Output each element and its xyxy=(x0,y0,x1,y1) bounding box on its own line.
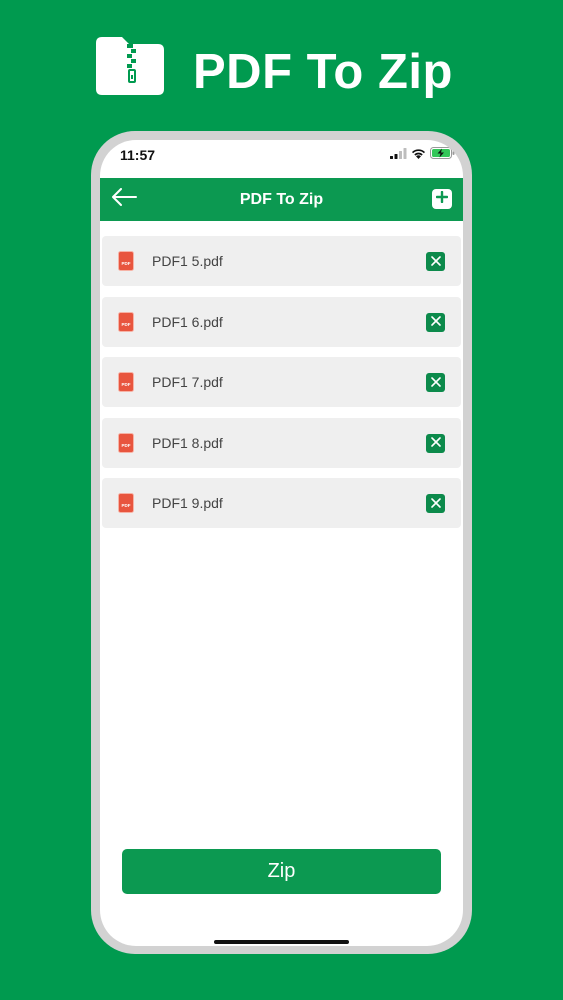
file-name: PDF1 5.pdf xyxy=(152,253,223,269)
home-indicator xyxy=(214,940,349,944)
close-icon xyxy=(430,434,441,452)
close-icon xyxy=(430,253,441,271)
svg-text:PDF: PDF xyxy=(122,443,131,448)
file-list: PDF PDF1 5.pdf PDF PDF1 6.pdf PDF PDF1 7… xyxy=(102,236,461,539)
remove-file-button[interactable] xyxy=(426,252,445,271)
list-item[interactable]: PDF PDF1 8.pdf xyxy=(102,417,461,468)
pdf-file-icon: PDF xyxy=(118,432,134,453)
battery-charging-icon xyxy=(430,146,455,164)
close-icon xyxy=(430,313,441,331)
promo-title: PDF To Zip xyxy=(193,45,453,99)
remove-file-button[interactable] xyxy=(426,312,445,332)
pdf-file-icon: PDF xyxy=(118,311,134,332)
close-icon xyxy=(430,495,441,513)
pdf-file-icon: PDF xyxy=(118,493,134,513)
remove-file-button[interactable] xyxy=(426,494,445,513)
remove-file-button[interactable] xyxy=(426,373,445,392)
status-icons xyxy=(390,146,455,164)
appbar-title: PDF To Zip xyxy=(239,191,324,208)
svg-text:PDF: PDF xyxy=(122,261,131,266)
zip-folder-icon xyxy=(96,37,164,95)
promo-header: PDF To Zip xyxy=(0,0,563,130)
svg-text:PDF: PDF xyxy=(122,503,131,508)
file-name: PDF1 7.pdf xyxy=(152,374,223,390)
add-file-button[interactable] xyxy=(432,189,452,209)
list-item[interactable]: PDF PDF1 9.pdf xyxy=(102,478,461,528)
file-name: PDF1 6.pdf xyxy=(152,313,223,330)
list-item[interactable]: PDF PDF1 7.pdf xyxy=(102,357,461,407)
phone-screen: 11:57 PDF To Zip PDF PDF1 5.pdf PDF PDF1… xyxy=(100,140,463,946)
remove-file-button[interactable] xyxy=(426,433,445,453)
status-time: 11:57 xyxy=(120,147,156,163)
signal-icon xyxy=(390,146,407,164)
status-bar: 11:57 xyxy=(100,140,463,178)
svg-text:PDF: PDF xyxy=(122,322,131,327)
file-name: PDF1 9.pdf xyxy=(152,495,223,511)
svg-text:PDF: PDF xyxy=(122,382,131,387)
pdf-file-icon: PDF xyxy=(118,251,134,271)
back-button[interactable] xyxy=(106,184,142,214)
wifi-icon xyxy=(411,146,426,164)
close-icon xyxy=(430,374,441,392)
list-item[interactable]: PDF PDF1 5.pdf xyxy=(102,236,461,286)
list-item[interactable]: PDF PDF1 6.pdf xyxy=(102,296,461,347)
zip-button[interactable]: Zip xyxy=(122,849,441,894)
file-name: PDF1 8.pdf xyxy=(152,434,223,451)
plus-icon xyxy=(435,190,449,208)
arrow-left-icon xyxy=(111,187,137,211)
pdf-file-icon: PDF xyxy=(118,372,134,392)
app-bar: PDF To Zip xyxy=(100,178,463,221)
